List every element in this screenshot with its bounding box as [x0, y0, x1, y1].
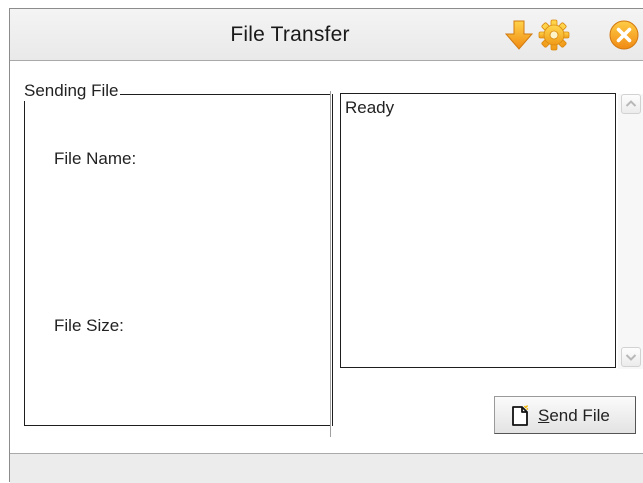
- scroll-down-button[interactable]: [621, 347, 641, 367]
- send-file-mnemonic: S: [538, 406, 550, 425]
- vertical-divider: [330, 91, 332, 437]
- chevron-up-icon: [625, 100, 637, 107]
- sending-file-group: [24, 94, 333, 426]
- status-log[interactable]: Ready: [340, 93, 616, 368]
- file-transfer-window: File Transfer Sending File File Name: Fi…: [9, 8, 643, 483]
- scroll-up-button[interactable]: [621, 94, 641, 114]
- new-file-icon: [509, 405, 531, 432]
- download-arrow-icon[interactable]: [503, 19, 535, 51]
- send-file-label: Send File: [538, 406, 610, 426]
- client-area: Sending File File Name: File Size: Ready: [10, 61, 643, 453]
- chevron-down-icon: [625, 354, 637, 361]
- sending-file-legend: Sending File: [23, 81, 120, 101]
- send-file-label-rest: end File: [549, 406, 610, 425]
- file-size-label: File Size:: [54, 316, 124, 335]
- title-bar[interactable]: File Transfer: [10, 9, 643, 61]
- close-icon[interactable]: [608, 19, 640, 51]
- file-name-label: File Name:: [54, 149, 137, 168]
- send-file-button[interactable]: Send File: [494, 396, 636, 434]
- gear-icon[interactable]: [538, 19, 570, 51]
- window-title: File Transfer: [230, 23, 350, 46]
- log-scrollbar[interactable]: [618, 94, 643, 369]
- status-bar: [10, 453, 643, 483]
